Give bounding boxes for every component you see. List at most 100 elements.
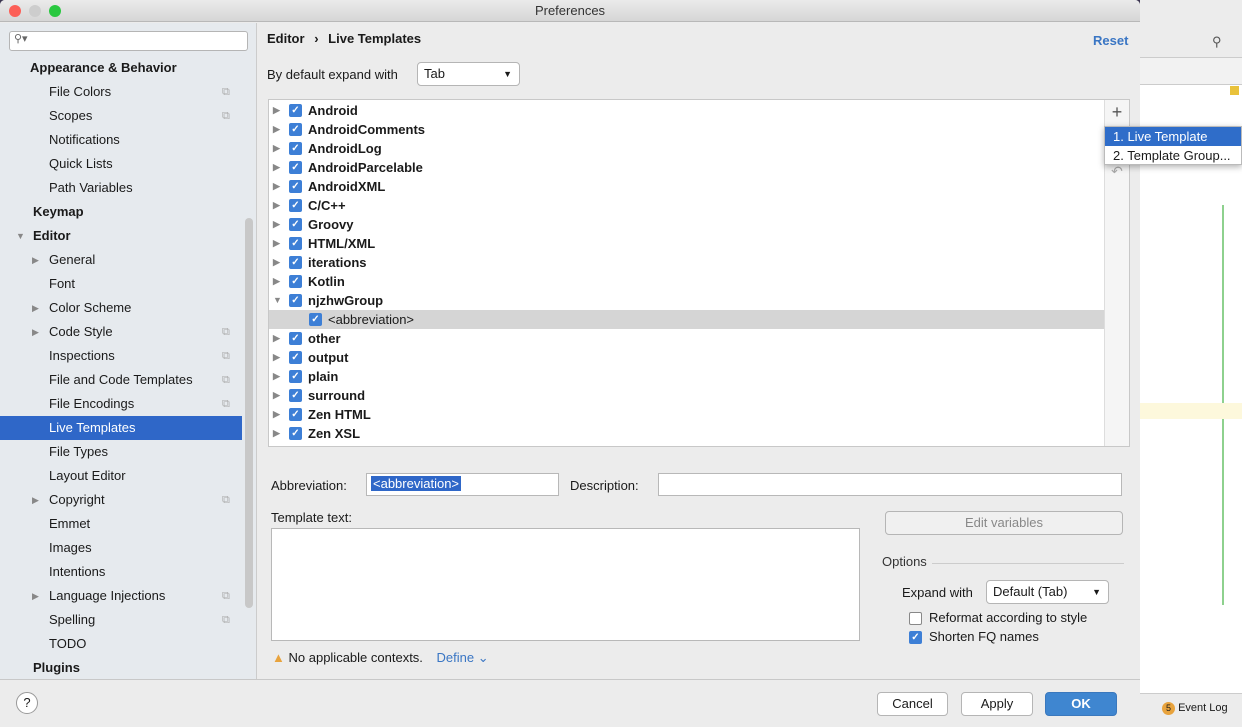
chevron-right-icon[interactable]: ▶ bbox=[273, 424, 280, 443]
template-group[interactable]: ▶ ✓ Zen HTML bbox=[269, 405, 1105, 424]
template-group[interactable]: ▶ ✓ other bbox=[269, 329, 1105, 348]
sidebar-item-copyright[interactable]: ▶ Copyright ⧉ bbox=[0, 488, 242, 512]
sidebar-item-path-variables[interactable]: Path Variables bbox=[0, 176, 242, 200]
chevron-right-icon[interactable]: ▶ bbox=[273, 139, 280, 158]
expand-default-select[interactable]: Tab ▼ bbox=[417, 62, 520, 86]
shorten-fq-checkbox[interactable]: ✓ Shorten FQ names bbox=[909, 628, 1140, 646]
enabled-checkbox[interactable]: ✓ bbox=[309, 313, 322, 326]
sidebar-item-font[interactable]: Font bbox=[0, 272, 242, 296]
chevron-right-icon[interactable]: ▶ bbox=[273, 234, 280, 253]
chevron-right-icon[interactable]: ▶ bbox=[273, 329, 280, 348]
enabled-checkbox[interactable]: ✓ bbox=[289, 294, 302, 307]
add-icon[interactable]: + bbox=[1105, 102, 1129, 123]
sidebar-item-general[interactable]: ▶ General bbox=[0, 248, 242, 272]
reformat-checkbox[interactable]: Reformat according to style bbox=[909, 609, 1140, 627]
chevron-down-icon[interactable]: ▼ bbox=[273, 291, 282, 310]
event-log-button[interactable]: Event Log bbox=[1178, 702, 1228, 714]
chevron-right-icon[interactable]: ▶ bbox=[32, 320, 39, 344]
sidebar-item-spelling[interactable]: Spelling ⧉ bbox=[0, 608, 242, 632]
chevron-right-icon[interactable]: ▶ bbox=[273, 215, 280, 234]
chevron-right-icon[interactable]: ▶ bbox=[273, 158, 280, 177]
help-button[interactable]: ? bbox=[16, 692, 38, 714]
enabled-checkbox[interactable]: ✓ bbox=[289, 161, 302, 174]
ok-button[interactable]: OK bbox=[1045, 692, 1117, 716]
chevron-right-icon[interactable]: ▶ bbox=[273, 177, 280, 196]
sidebar-item-editor[interactable]: ▼ Editor bbox=[0, 224, 242, 248]
sidebar-item-file-encodings[interactable]: File Encodings ⧉ bbox=[0, 392, 242, 416]
template-text-editor[interactable] bbox=[271, 528, 860, 641]
sidebar-item-inspections[interactable]: Inspections ⧉ bbox=[0, 344, 242, 368]
template-group[interactable]: ▶ ✓ Android bbox=[269, 101, 1105, 120]
menu-item-live-template[interactable]: 1. Live Template bbox=[1105, 127, 1241, 146]
chevron-right-icon[interactable]: ▶ bbox=[273, 348, 280, 367]
enabled-checkbox[interactable]: ✓ bbox=[289, 256, 302, 269]
edit-variables-button[interactable]: Edit variables bbox=[885, 511, 1123, 535]
sidebar-item-file-colors[interactable]: File Colors ⧉ bbox=[0, 80, 242, 104]
chevron-right-icon[interactable]: ▶ bbox=[273, 101, 280, 120]
sidebar-item-file-types[interactable]: File Types bbox=[0, 440, 242, 464]
minimize-window-button[interactable] bbox=[29, 5, 41, 17]
close-window-button[interactable] bbox=[9, 5, 21, 17]
chevron-right-icon[interactable]: ▶ bbox=[273, 386, 280, 405]
sidebar-item-keymap[interactable]: Keymap bbox=[0, 200, 242, 224]
template-group[interactable]: ▶ ✓ AndroidComments bbox=[269, 120, 1105, 139]
chevron-down-icon[interactable]: ▼ bbox=[16, 224, 25, 248]
sidebar-item-language-injections[interactable]: ▶ Language Injections ⧉ bbox=[0, 584, 242, 608]
template-group[interactable]: ▶ ✓ AndroidParcelable bbox=[269, 158, 1105, 177]
maximize-window-button[interactable] bbox=[49, 5, 61, 17]
enabled-checkbox[interactable]: ✓ bbox=[289, 104, 302, 117]
sidebar-item-color-scheme[interactable]: ▶ Color Scheme bbox=[0, 296, 242, 320]
chevron-right-icon[interactable]: ▶ bbox=[273, 120, 280, 139]
enabled-checkbox[interactable]: ✓ bbox=[289, 123, 302, 136]
template-group[interactable]: ▼ ✓ njzhwGroup bbox=[269, 291, 1105, 310]
expand-with-select[interactable]: Default (Tab) ▼ bbox=[986, 580, 1109, 604]
enabled-checkbox[interactable]: ✓ bbox=[289, 218, 302, 231]
cancel-button[interactable]: Cancel bbox=[877, 692, 948, 716]
enabled-checkbox[interactable]: ✓ bbox=[289, 332, 302, 345]
chevron-right-icon[interactable]: ▶ bbox=[32, 248, 39, 272]
sidebar-item-code-style[interactable]: ▶ Code Style ⧉ bbox=[0, 320, 242, 344]
sidebar-item-quick-lists[interactable]: Quick Lists bbox=[0, 152, 242, 176]
sidebar-item-plugins[interactable]: Plugins bbox=[0, 656, 242, 680]
template-group[interactable]: ▶ ✓ Zen XSL bbox=[269, 424, 1105, 443]
template-group[interactable]: ▶ ✓ AndroidLog bbox=[269, 139, 1105, 158]
chevron-right-icon[interactable]: ▶ bbox=[273, 405, 280, 424]
sidebar-item-layout-editor[interactable]: Layout Editor bbox=[0, 464, 242, 488]
enabled-checkbox[interactable]: ✓ bbox=[289, 180, 302, 193]
enabled-checkbox[interactable]: ✓ bbox=[289, 237, 302, 250]
template-group[interactable]: ▶ ✓ AndroidXML bbox=[269, 177, 1105, 196]
sidebar-item-intentions[interactable]: Intentions bbox=[0, 560, 242, 584]
sidebar-item-file-and-code-templates[interactable]: File and Code Templates ⧉ bbox=[0, 368, 242, 392]
sidebar-item-appearance-behavior[interactable]: Appearance & Behavior bbox=[0, 56, 242, 80]
menu-item-template-group[interactable]: 2. Template Group... bbox=[1105, 146, 1241, 165]
template-group[interactable]: ▶ ✓ iterations bbox=[269, 253, 1105, 272]
chevron-right-icon[interactable]: ▶ bbox=[273, 253, 280, 272]
template-group[interactable]: ▶ ✓ C/C++ bbox=[269, 196, 1105, 215]
template-group[interactable]: ▶ ✓ output bbox=[269, 348, 1105, 367]
template-group[interactable]: ▶ ✓ plain bbox=[269, 367, 1105, 386]
description-input[interactable] bbox=[658, 473, 1122, 496]
sidebar-item-notifications[interactable]: Notifications bbox=[0, 128, 242, 152]
apply-button[interactable]: Apply bbox=[961, 692, 1033, 716]
enabled-checkbox[interactable]: ✓ bbox=[289, 408, 302, 421]
sidebar-item-scopes[interactable]: Scopes ⧉ bbox=[0, 104, 242, 128]
chevron-right-icon[interactable]: ▶ bbox=[32, 296, 39, 320]
abbreviation-input[interactable]: <abbreviation> bbox=[366, 473, 559, 496]
enabled-checkbox[interactable]: ✓ bbox=[289, 427, 302, 440]
template-group[interactable]: ▶ ✓ Kotlin bbox=[269, 272, 1105, 291]
sidebar-item-live-templates[interactable]: Live Templates bbox=[0, 416, 242, 440]
search-icon[interactable]: ⚲ bbox=[1212, 34, 1222, 50]
sidebar-item-images[interactable]: Images bbox=[0, 536, 242, 560]
template-group[interactable]: ▶ ✓ surround bbox=[269, 386, 1105, 405]
template-group[interactable]: ▶ ✓ Groovy bbox=[269, 215, 1105, 234]
enabled-checkbox[interactable]: ✓ bbox=[289, 199, 302, 212]
restore-icon[interactable]: ↶ bbox=[1105, 163, 1129, 180]
sidebar-item-emmet[interactable]: Emmet bbox=[0, 512, 242, 536]
sidebar-item-todo[interactable]: TODO bbox=[0, 632, 242, 656]
sidebar-scrollbar[interactable] bbox=[245, 218, 253, 608]
enabled-checkbox[interactable]: ✓ bbox=[289, 370, 302, 383]
template-group[interactable]: ▶ ✓ HTML/XML bbox=[269, 234, 1105, 253]
reset-link[interactable]: Reset bbox=[1093, 33, 1128, 48]
enabled-checkbox[interactable]: ✓ bbox=[289, 351, 302, 364]
chevron-right-icon[interactable]: ▶ bbox=[32, 584, 39, 608]
